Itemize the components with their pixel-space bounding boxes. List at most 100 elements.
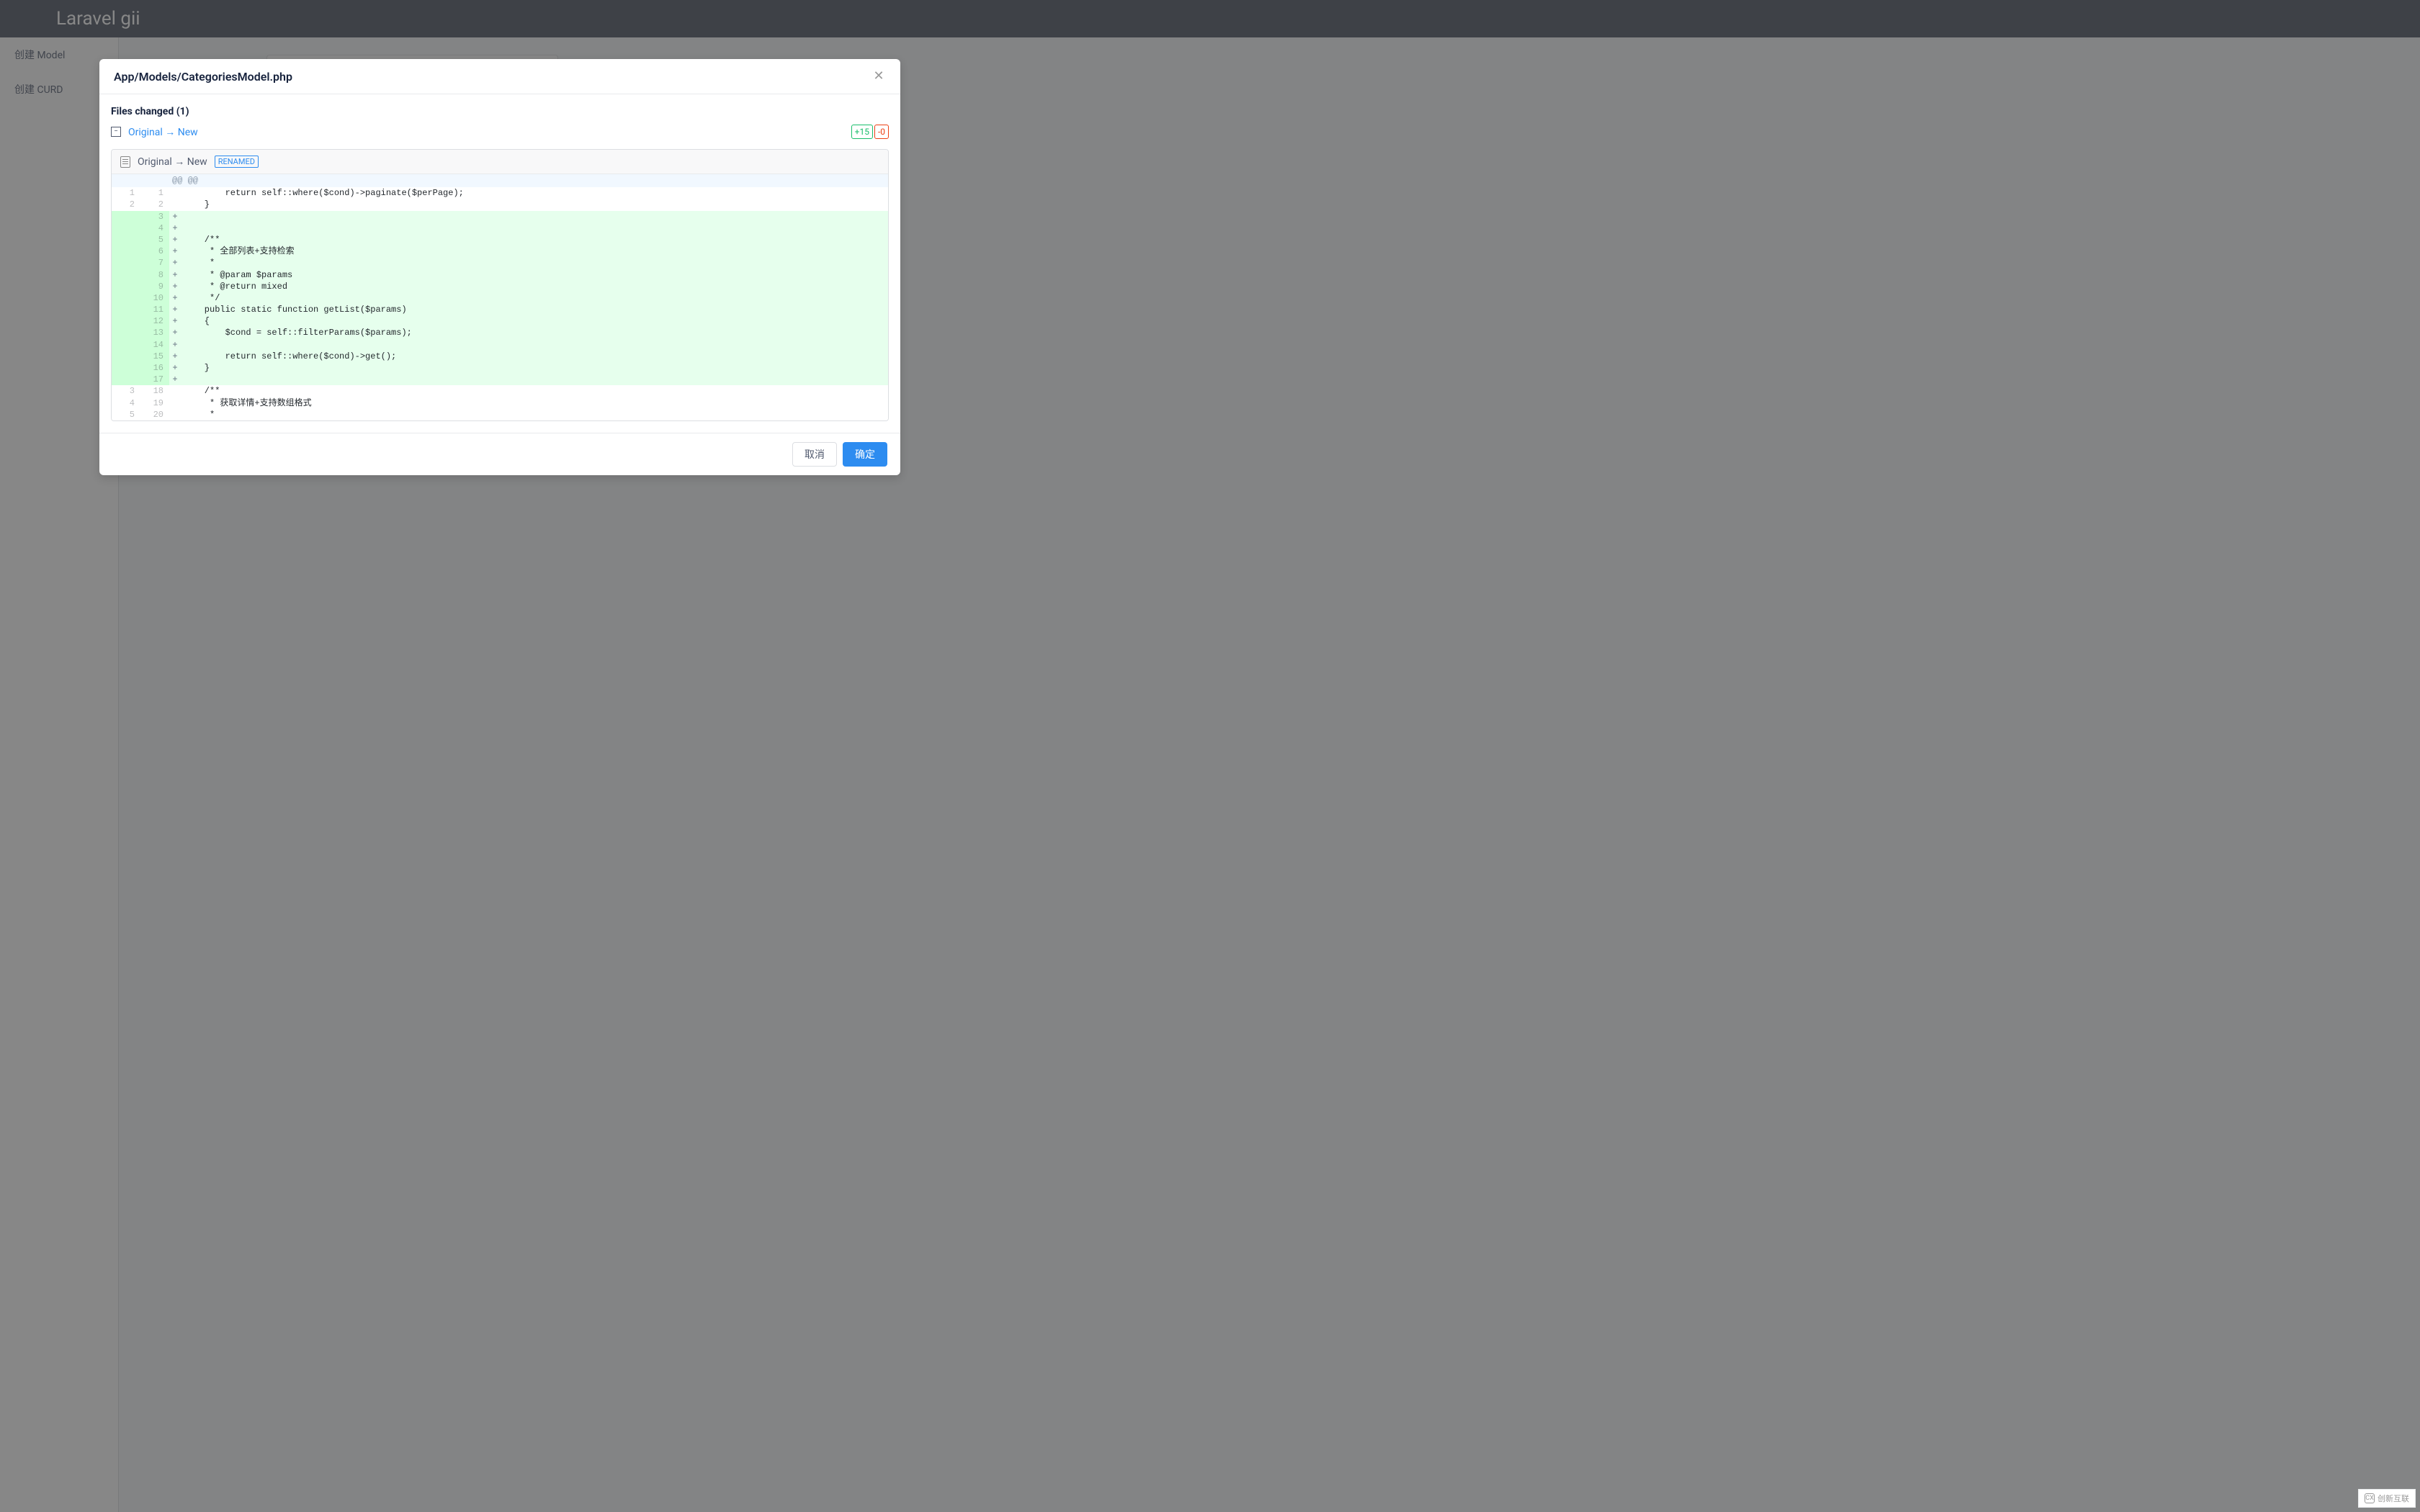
line-number-old	[112, 211, 140, 222]
watermark-badge: CX	[2365, 1493, 2375, 1503]
diff-sign: +	[169, 222, 181, 234]
diff-row: 10+ */	[112, 292, 888, 304]
diff-row: 5+ /**	[112, 234, 888, 246]
diff-row: 13+ $cond = self::filterParams($params);	[112, 327, 888, 338]
diff-sign: +	[169, 315, 181, 327]
diff-sign: +	[169, 246, 181, 257]
cancel-button[interactable]: 取消	[792, 442, 837, 467]
diff-row: 11+ public static function getList($para…	[112, 304, 888, 315]
diff-row: 15+ return self::where($cond)->get();	[112, 351, 888, 362]
diff-row: 318 /**	[112, 385, 888, 397]
diff-code: * 获取详情+支持数组格式	[181, 397, 888, 409]
line-number-old	[112, 246, 140, 257]
line-number-new: 12	[140, 315, 169, 327]
diff-code: }	[181, 362, 888, 374]
diff-row: 22 }	[112, 199, 888, 210]
line-number-old	[112, 339, 140, 351]
diff-code: /**	[181, 234, 888, 246]
watermark-text: 创新互联	[2378, 1493, 2409, 1504]
diff-sign: +	[169, 211, 181, 222]
file-link[interactable]: Original → New	[128, 126, 198, 138]
diff-file-header: Original → New RENAMED	[112, 150, 888, 174]
line-number-new: 9	[140, 281, 169, 292]
diff-sign: +	[169, 292, 181, 304]
diff-file-label: Original → New	[138, 156, 207, 168]
diff-code: */	[181, 292, 888, 304]
modal-title: App/Models/CategoriesModel.php	[114, 70, 292, 84]
collapse-toggle-icon[interactable]: −	[111, 127, 121, 137]
line-number-new: 10	[140, 292, 169, 304]
line-number-old	[112, 362, 140, 374]
line-number-new: 13	[140, 327, 169, 338]
line-number-new: 11	[140, 304, 169, 315]
diff-panel: Original → New RENAMED @@ @@ 11 return s…	[111, 149, 889, 421]
diff-modal: App/Models/CategoriesModel.php ✕ Files c…	[99, 59, 900, 475]
diff-code: * 全部列表+支持检索	[181, 246, 888, 257]
diff-row: 9+ * @return mixed	[112, 281, 888, 292]
diff-sign	[169, 385, 181, 397]
diff-code: return self::where($cond)->paginate($per…	[181, 187, 888, 199]
confirm-button[interactable]: 确定	[843, 442, 887, 467]
diff-table: @@ @@ 11 return self::where($cond)->pagi…	[112, 174, 888, 420]
line-number-old: 1	[112, 187, 140, 199]
line-number-new: 14	[140, 339, 169, 351]
diff-code: public static function getList($params)	[181, 304, 888, 315]
line-number-new: 18	[140, 385, 169, 397]
diff-code	[181, 222, 888, 234]
file-icon	[120, 156, 130, 168]
line-number-new: 7	[140, 257, 169, 269]
modal-body: Files changed (1) − Original → New +15 -…	[99, 94, 900, 433]
line-number-old: 5	[112, 409, 140, 420]
line-number-new: 8	[140, 269, 169, 281]
diff-code	[181, 374, 888, 385]
additions-badge: +15	[851, 125, 873, 139]
diff-sign: +	[169, 362, 181, 374]
files-changed-heading: Files changed (1)	[111, 106, 889, 117]
confirm-button-label: 确定	[855, 449, 875, 460]
line-number-new: 19	[140, 397, 169, 409]
line-number-old: 2	[112, 199, 140, 210]
deletions-badge: -0	[874, 125, 889, 139]
modal-footer: 取消 确定	[99, 433, 900, 475]
diff-row: 8+ * @param $params	[112, 269, 888, 281]
line-number-old	[112, 327, 140, 338]
line-number-old	[112, 351, 140, 362]
diff-sign	[169, 397, 181, 409]
line-number-old	[112, 304, 140, 315]
line-number-new: 6	[140, 246, 169, 257]
line-number-new: 16	[140, 362, 169, 374]
diff-code: return self::where($cond)->get();	[181, 351, 888, 362]
line-number-new: 1	[140, 187, 169, 199]
watermark: CX 创新互联	[2358, 1489, 2416, 1508]
line-number-old	[112, 257, 140, 269]
diff-code: /**	[181, 385, 888, 397]
line-number-old: 3	[112, 385, 140, 397]
diff-stat-badges: +15 -0	[851, 125, 889, 139]
line-number-new: 5	[140, 234, 169, 246]
diff-sign: +	[169, 269, 181, 281]
diff-row: 4+	[112, 222, 888, 234]
line-number-old	[112, 292, 140, 304]
diff-code: * @return mixed	[181, 281, 888, 292]
diff-code: *	[181, 409, 888, 420]
line-number-old	[112, 269, 140, 281]
close-icon[interactable]: ✕	[871, 69, 886, 84]
diff-code	[181, 339, 888, 351]
diff-code: * @param $params	[181, 269, 888, 281]
diff-row: 6+ * 全部列表+支持检索	[112, 246, 888, 257]
diff-code: {	[181, 315, 888, 327]
diff-row: 12+ {	[112, 315, 888, 327]
line-number-new: 15	[140, 351, 169, 362]
diff-sign: +	[169, 351, 181, 362]
diff-row: 520 *	[112, 409, 888, 420]
hunk-header-row: @@ @@	[112, 174, 888, 187]
modal-header: App/Models/CategoriesModel.php ✕	[99, 59, 900, 94]
diff-sign: +	[169, 304, 181, 315]
diff-sign: +	[169, 281, 181, 292]
diff-sign: +	[169, 327, 181, 338]
diff-code: }	[181, 199, 888, 210]
line-number-new: 20	[140, 409, 169, 420]
line-number-old	[112, 315, 140, 327]
line-number-old	[112, 374, 140, 385]
file-summary-row: − Original → New +15 -0	[111, 125, 889, 139]
